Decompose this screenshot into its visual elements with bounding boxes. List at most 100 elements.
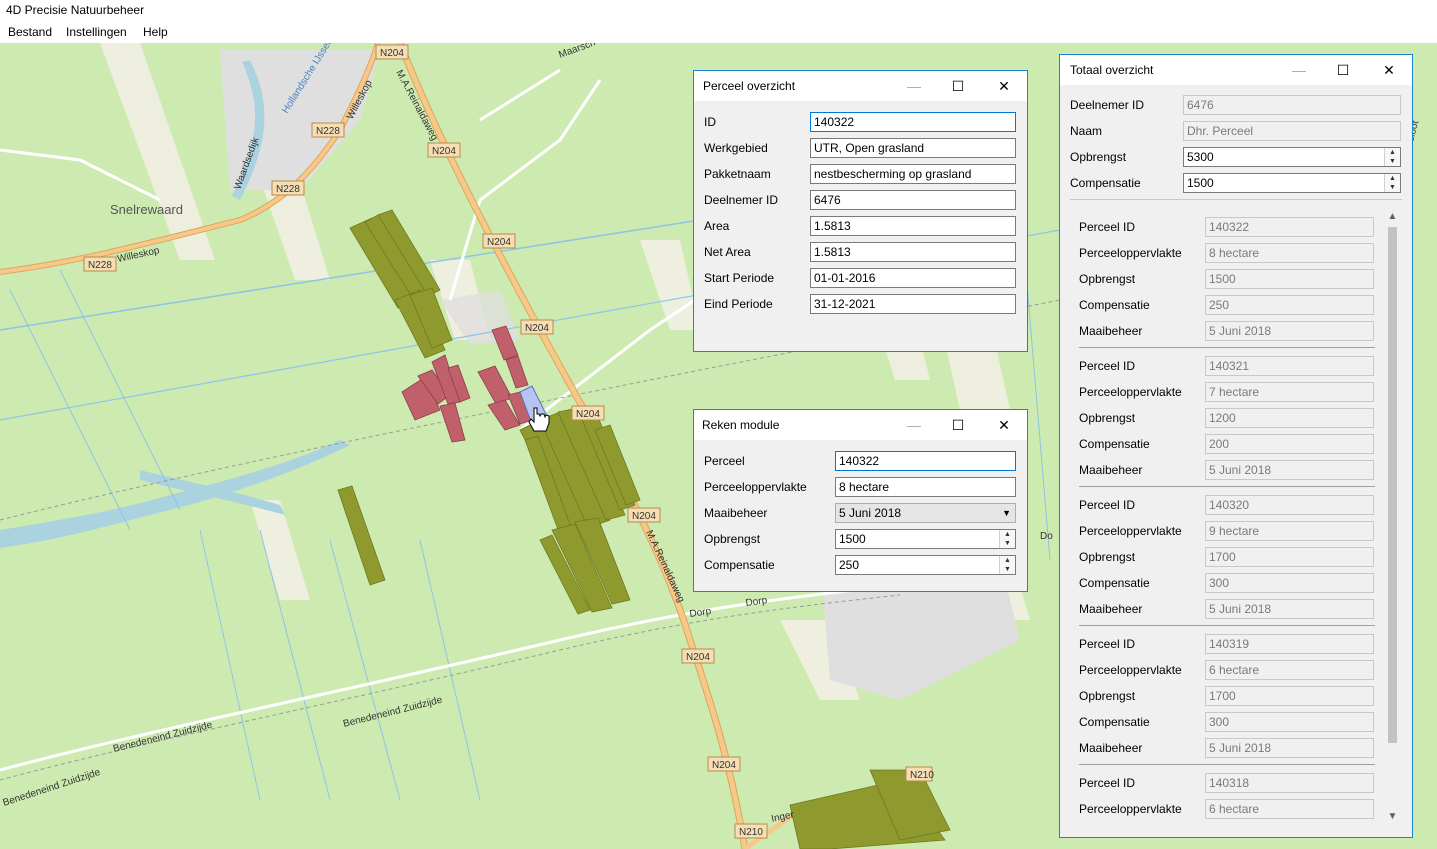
spin-buttons[interactable]: ▲ ▼	[1384, 148, 1400, 166]
minimize-icon[interactable]: —	[891, 410, 937, 440]
spin-up-icon[interactable]: ▲	[1385, 174, 1400, 183]
naam-field[interactable]: Dhr. Perceel	[1183, 121, 1401, 141]
road-label-n204-f: N204	[632, 511, 656, 522]
maximize-icon[interactable]: ☐	[935, 71, 981, 101]
compensatie-label: Compensatie	[1070, 176, 1141, 190]
perceeloppervlakte-field[interactable]: 6 hectare	[1205, 660, 1374, 680]
perceel-id-field[interactable]: 140318	[1205, 773, 1374, 793]
totaal-opbrengst-stepper[interactable]: 5300 ▲ ▼	[1183, 147, 1401, 167]
close-icon[interactable]: ✕	[1366, 55, 1412, 85]
perceeloppervlakte-field[interactable]: 6 hectare	[1205, 799, 1374, 819]
opbrengst-field[interactable]: 1500	[1205, 269, 1374, 289]
maaibeheer-label: Maaibeheer	[1079, 324, 1143, 338]
totaal-overzicht-titlebar[interactable]: Totaal overzicht — ☐ ✕	[1060, 55, 1412, 85]
perceel-id-field[interactable]: 140320	[1205, 495, 1374, 515]
field-row-werkgebied: Werkgebied UTR, Open grasland	[704, 138, 1019, 160]
maximize-icon[interactable]: ☐	[935, 410, 981, 440]
spin-up-icon[interactable]: ▲	[1385, 148, 1400, 157]
field-row-maaibeheer: Maaibeheer 5 Juni 2018 ▼	[704, 503, 1019, 525]
id-field[interactable]: 140322	[810, 112, 1016, 132]
scroll-up-icon[interactable]: ▲	[1384, 211, 1401, 222]
close-icon[interactable]: ✕	[981, 410, 1027, 440]
spin-up-icon[interactable]: ▲	[1000, 530, 1015, 539]
field-row-opbrengst: Opbrengst 1500 ▲ ▼	[704, 529, 1019, 551]
perceel-overzicht-titlebar[interactable]: Perceel overzicht — ☐ ✕	[694, 71, 1027, 101]
close-icon[interactable]: ✕	[981, 71, 1027, 101]
deelnemer-id-field[interactable]: 6476	[1183, 95, 1401, 115]
id-label: ID	[704, 115, 716, 129]
field-row-start-periode: Start Periode 01-01-2016	[704, 268, 1019, 290]
area-field[interactable]: 1.5813	[810, 216, 1016, 236]
opbrengst-field[interactable]: 1700	[1205, 686, 1374, 706]
street-label-do: Do	[1040, 531, 1053, 542]
perceel-id-field[interactable]: 140321	[1205, 356, 1374, 376]
scrollbar[interactable]: ▲ ▼	[1384, 211, 1401, 825]
list-item: Perceeloppervlakte 8 hectare	[1079, 243, 1379, 265]
eind-periode-field[interactable]: 31-12-2021	[810, 294, 1016, 314]
perceel-id-label: Perceel ID	[1079, 637, 1136, 651]
scroll-down-icon[interactable]: ▼	[1384, 811, 1401, 822]
menu-instellingen[interactable]: Instellingen	[66, 25, 127, 39]
perceel-field[interactable]: 140322	[835, 451, 1016, 471]
deelnemer-id-field[interactable]: 6476	[810, 190, 1016, 210]
spin-down-icon[interactable]: ▼	[1000, 539, 1015, 548]
opbrengst-field[interactable]: 1200	[1205, 408, 1374, 428]
perceeloppervlakte-field[interactable]: 8 hectare	[1205, 243, 1374, 263]
list-item: Perceel ID 140318	[1079, 773, 1379, 795]
compensatie-field[interactable]: 300	[1205, 573, 1374, 593]
spin-up-icon[interactable]: ▲	[1000, 556, 1015, 565]
werkgebied-field[interactable]: UTR, Open grasland	[810, 138, 1016, 158]
net-area-field[interactable]: 1.5813	[810, 242, 1016, 262]
list-item: Opbrengst 1700	[1079, 547, 1379, 569]
totaal-compensatie-stepper[interactable]: 1500 ▲ ▼	[1183, 173, 1401, 193]
minimize-icon[interactable]: —	[891, 71, 937, 101]
perceeloppervlakte-label: Perceeloppervlakte	[704, 480, 807, 494]
pakketnaam-field[interactable]: nestbescherming op grasland	[810, 164, 1016, 184]
compensatie-field[interactable]: 250	[1205, 295, 1374, 315]
list-item: Perceeloppervlakte 7 hectare	[1079, 382, 1379, 404]
opbrengst-label: Opbrengst	[1079, 411, 1136, 425]
divider	[1079, 764, 1375, 765]
compensatie-field[interactable]: 300	[1205, 712, 1374, 732]
reken-module-titlebar[interactable]: Reken module — ☐ ✕	[694, 410, 1027, 440]
opbrengst-stepper[interactable]: 1500 ▲ ▼	[835, 529, 1016, 549]
maaibeheer-field[interactable]: 5 Juni 2018	[1205, 738, 1374, 758]
divider	[1079, 486, 1375, 487]
spin-down-icon[interactable]: ▼	[1385, 157, 1400, 166]
spin-buttons[interactable]: ▲ ▼	[1384, 174, 1400, 192]
perceeloppervlakte-field[interactable]: 7 hectare	[1205, 382, 1374, 402]
perceeloppervlakte-field[interactable]: 9 hectare	[1205, 521, 1374, 541]
menu-help[interactable]: Help	[143, 25, 168, 39]
maaibeheer-dropdown[interactable]: 5 Juni 2018 ▼	[835, 503, 1016, 523]
menu-bestand[interactable]: Bestand	[8, 25, 52, 39]
road-label-n228-c: N228	[88, 260, 112, 271]
maaibeheer-field[interactable]: 5 Juni 2018	[1205, 599, 1374, 619]
naam-label: Naam	[1070, 124, 1103, 138]
maaibeheer-field[interactable]: 5 Juni 2018	[1205, 321, 1374, 341]
chevron-down-icon[interactable]: ▼	[1002, 504, 1011, 522]
list-item: Perceeloppervlakte 6 hectare	[1079, 660, 1379, 682]
opbrengst-label: Opbrengst	[704, 532, 761, 546]
perceeloppervlakte-field[interactable]: 8 hectare	[835, 477, 1016, 497]
totaal-overzicht-window: Totaal overzicht — ☐ ✕ Deelnemer ID 6476…	[1059, 54, 1413, 838]
spin-down-icon[interactable]: ▼	[1000, 565, 1015, 574]
maximize-icon[interactable]: ☐	[1320, 55, 1366, 85]
minimize-icon[interactable]: —	[1276, 55, 1322, 85]
spin-buttons[interactable]: ▲ ▼	[999, 556, 1015, 574]
compensatie-field[interactable]: 200	[1205, 434, 1374, 454]
compensatie-stepper[interactable]: 250 ▲ ▼	[835, 555, 1016, 575]
field-row-area: Area 1.5813	[704, 216, 1019, 238]
opbrengst-label: Opbrengst	[1079, 689, 1136, 703]
spin-buttons[interactable]: ▲ ▼	[999, 530, 1015, 548]
field-row-totaal-compensatie: Compensatie 1500 ▲ ▼	[1070, 173, 1405, 195]
perceel-id-field[interactable]: 140322	[1205, 217, 1374, 237]
maaibeheer-field[interactable]: 5 Juni 2018	[1205, 460, 1374, 480]
perceel-id-field[interactable]: 140319	[1205, 634, 1374, 654]
start-periode-field[interactable]: 01-01-2016	[810, 268, 1016, 288]
list-item: Perceeloppervlakte 9 hectare	[1079, 521, 1379, 543]
opbrengst-field[interactable]: 1700	[1205, 547, 1374, 567]
perceel-id-label: Perceel ID	[1079, 359, 1136, 373]
spin-down-icon[interactable]: ▼	[1385, 183, 1400, 192]
perceel-list[interactable]: Perceel ID 140322 Perceeloppervlakte 8 hec…	[1060, 207, 1412, 827]
scrollbar-thumb[interactable]	[1388, 227, 1397, 743]
